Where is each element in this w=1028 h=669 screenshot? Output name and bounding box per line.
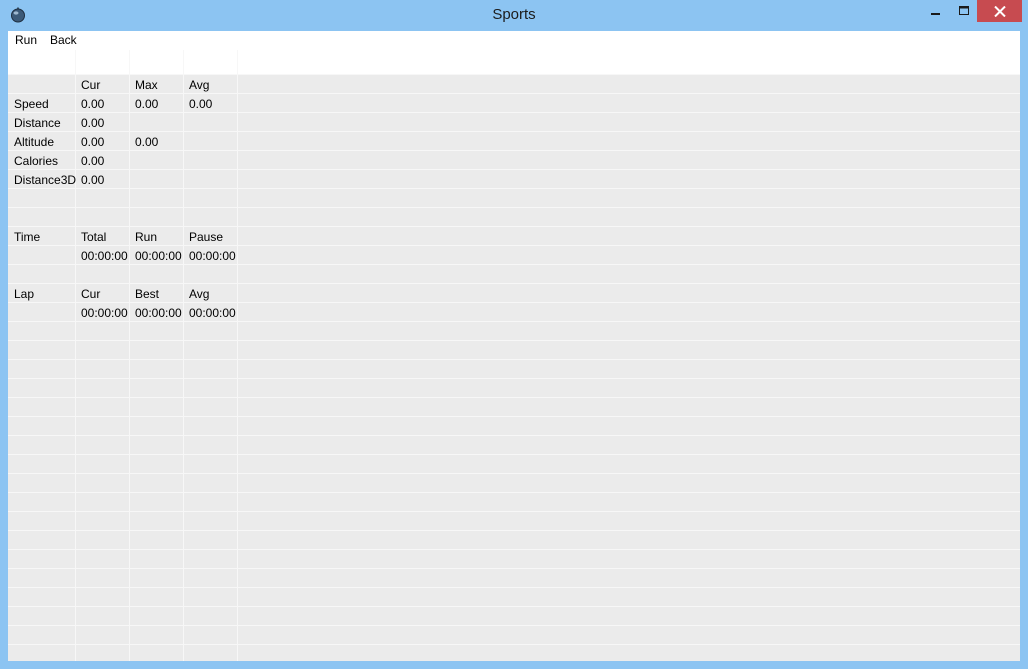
- close-button[interactable]: [977, 0, 1022, 22]
- stats-grid[interactable]: Cur Max Avg Speed 0.00 0.00 0.00 Distanc…: [8, 50, 1020, 661]
- time-pause-header: Pause: [189, 230, 224, 244]
- maximize-icon: [958, 6, 969, 15]
- distance-label: Distance: [14, 116, 61, 130]
- distance-cur: 0.00: [81, 116, 105, 130]
- speed-max: 0.00: [135, 97, 159, 111]
- speed-avg: 0.00: [189, 97, 213, 111]
- time-label: Time: [14, 230, 41, 244]
- grid-line: [8, 473, 1020, 474]
- time-run-value: 00:00:00: [135, 249, 182, 263]
- lap-cur-header: Cur: [81, 287, 101, 301]
- grid-line: [8, 435, 1020, 436]
- grid-line: [8, 150, 1020, 151]
- grid-line: [8, 511, 1020, 512]
- grid-line: [8, 359, 1020, 360]
- grid-line: [8, 530, 1020, 531]
- distance3d-cur: 0.00: [81, 173, 105, 187]
- grid-line: [8, 207, 1020, 208]
- grid-line: [8, 340, 1020, 341]
- grid-line: [8, 397, 1020, 398]
- close-icon: [993, 5, 1006, 17]
- grid-line: [8, 625, 1020, 626]
- menu-back[interactable]: Back: [50, 33, 77, 47]
- grid-line: [8, 302, 1020, 303]
- grid-line: [8, 454, 1020, 455]
- lap-avg-value: 00:00:00: [189, 306, 236, 320]
- grid-column-line: [129, 50, 130, 661]
- time-run-header: Run: [135, 230, 158, 244]
- grid-line: [8, 568, 1020, 569]
- grid-line: [8, 644, 1020, 645]
- grid-line: [8, 245, 1020, 246]
- app-window: Sports Run Back Cur Max Avg Speed 0.00 0…: [0, 0, 1028, 669]
- speed-cur: 0.00: [81, 97, 105, 111]
- time-pause-value: 00:00:00: [189, 249, 236, 263]
- header-cur: Cur: [81, 78, 101, 92]
- grid-line: [8, 188, 1020, 189]
- calories-label: Calories: [14, 154, 59, 168]
- header-max: Max: [135, 78, 158, 92]
- time-total-header: Total: [81, 230, 107, 244]
- altitude-max: 0.00: [135, 135, 159, 149]
- lap-best-header: Best: [135, 287, 160, 301]
- grid-line: [8, 587, 1020, 588]
- title-bar[interactable]: Sports: [0, 0, 1028, 31]
- lap-best-value: 00:00:00: [135, 306, 182, 320]
- grid-line: [8, 131, 1020, 132]
- grid-column-line: [183, 50, 184, 661]
- window-title: Sports: [492, 6, 536, 23]
- grid-line: [8, 264, 1020, 265]
- distance3d-label: Distance3D: [14, 173, 77, 187]
- menu-bar: Run Back: [8, 31, 1020, 50]
- calories-cur: 0.00: [81, 154, 105, 168]
- grid-line: [8, 112, 1020, 113]
- menu-run[interactable]: Run: [15, 33, 37, 47]
- grid-line: [8, 93, 1020, 94]
- speed-label: Speed: [14, 97, 49, 111]
- grid-line: [8, 606, 1020, 607]
- header-avg: Avg: [189, 78, 210, 92]
- grid-top-row: [8, 50, 1020, 74]
- grid-line: [8, 74, 1020, 75]
- grid-line: [8, 283, 1020, 284]
- altitude-label: Altitude: [14, 135, 55, 149]
- grid-column-line: [75, 50, 76, 661]
- lap-cur-value: 00:00:00: [81, 306, 128, 320]
- grid-column-line: [237, 50, 238, 661]
- altitude-cur: 0.00: [81, 135, 105, 149]
- grid-line: [8, 378, 1020, 379]
- grid-line: [8, 226, 1020, 227]
- grid-line: [8, 321, 1020, 322]
- time-total-value: 00:00:00: [81, 249, 128, 263]
- grid-line: [8, 492, 1020, 493]
- lap-label: Lap: [14, 287, 35, 301]
- grid-line: [8, 549, 1020, 550]
- grid-line: [8, 169, 1020, 170]
- maximize-button[interactable]: [948, 0, 980, 22]
- minimize-icon: [931, 13, 940, 15]
- grid-line: [8, 416, 1020, 417]
- lap-avg-header: Avg: [189, 287, 210, 301]
